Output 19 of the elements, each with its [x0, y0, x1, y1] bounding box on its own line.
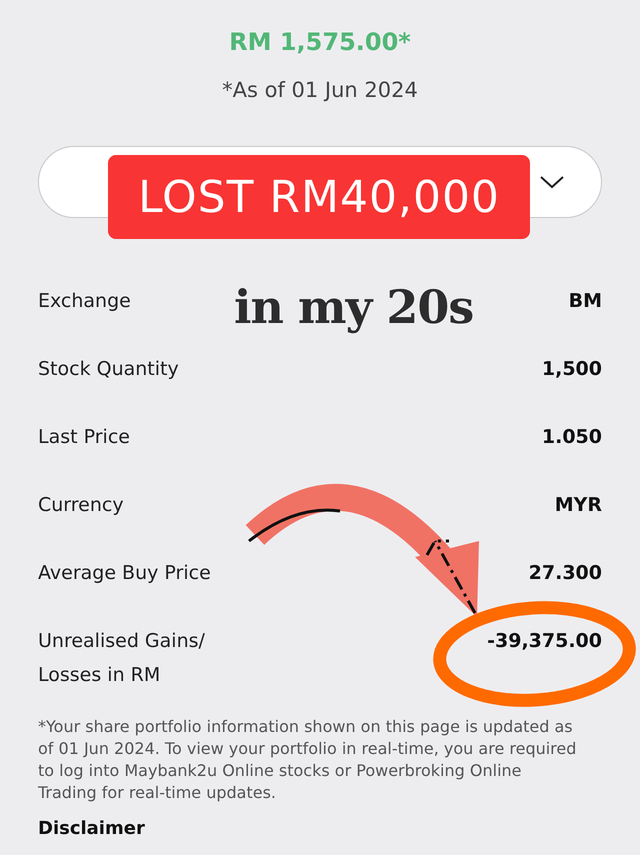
- total-value: RM 1,575.00*: [229, 28, 411, 56]
- as-of-date: *As of 01 Jun 2024: [222, 78, 418, 102]
- field-label: Currency: [38, 493, 124, 518]
- field-label: Last Price: [38, 425, 130, 450]
- field-label: Average Buy Price: [38, 561, 211, 586]
- footnote-text: *Your share portfolio information shown on this page is updated as of 01 Jun 2024. To view your portfolio in real-time, you are required to log into Maybank2u Online stocks or Powerbroking Online Trading for real-time updates.: [38, 716, 578, 804]
- field-label: Stock Quantity: [38, 357, 179, 382]
- field-label: Unrealised Gains/ Losses in RM: [38, 629, 206, 688]
- headline-overlay: in my 20s: [234, 280, 474, 334]
- field-value: 1,500: [542, 357, 602, 382]
- banner-overlay: LOST RM40,000: [108, 155, 530, 239]
- field-label: Exchange: [38, 289, 131, 314]
- field-value: MYR: [554, 493, 602, 518]
- disclaimer-heading: Disclaimer: [38, 818, 146, 839]
- chevron-down-icon: [539, 175, 565, 189]
- field-value: BM: [568, 289, 602, 314]
- field-value: 1.050: [542, 425, 602, 450]
- field-value: 27.300: [528, 561, 602, 586]
- field-value: -39,375.00: [487, 629, 602, 654]
